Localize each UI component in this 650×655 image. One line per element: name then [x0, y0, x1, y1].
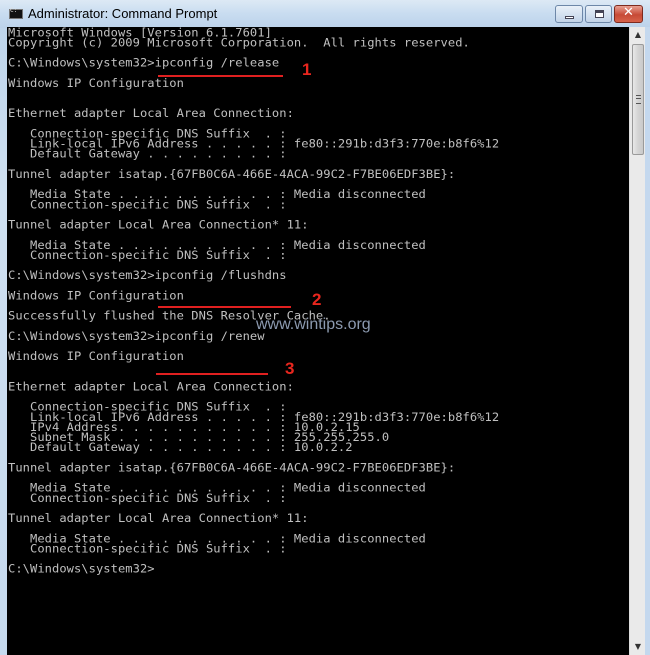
console-output[interactable]: Microsoft Windows [Version 6.1.7601] Copy…	[7, 27, 629, 655]
annotation-step-3: 3	[285, 359, 295, 378]
scroll-up-arrow-icon[interactable]: ▲	[630, 27, 646, 43]
console-line: Tunnel adapter isatap.{67FB0C6A-466E-4AC…	[8, 461, 456, 475]
annotation-step-2: 2	[312, 290, 322, 309]
annotation-underline-2	[158, 306, 291, 308]
console-line: Windows IP Configuration	[8, 289, 184, 303]
annotation-underline-3	[156, 373, 268, 375]
console-line: Ethernet adapter Local Area Connection:	[8, 107, 294, 120]
console-line: Windows IP Configuration	[8, 76, 184, 90]
console-line: Connection-specific DNS Suffix . :	[8, 491, 287, 505]
console-line: Copyright (c) 2009 Microsoft Corporation…	[8, 36, 470, 50]
scroll-down-arrow-icon[interactable]: ▼	[630, 639, 646, 655]
grip-icon	[636, 95, 641, 104]
maximize-button[interactable]	[585, 5, 612, 23]
annotation-step-1: 1	[302, 60, 312, 79]
minimize-button[interactable]	[555, 5, 583, 23]
console-line: C:\Windows\system32>ipconfig /flushdns	[8, 269, 287, 282]
watermark: www.wintips.org	[256, 316, 371, 333]
window-frame-right	[645, 27, 650, 655]
title-bar[interactable]: Administrator: Command Prompt ✕	[0, 0, 650, 28]
close-icon: ✕	[623, 5, 634, 20]
vertical-scrollbar[interactable]: ▲ ▼	[629, 27, 646, 655]
console-line: Connection-specific DNS Suffix . :	[8, 198, 287, 212]
console-line: Default Gateway . . . . . . . . . : 10.0…	[8, 441, 353, 454]
console-line: Connection-specific DNS Suffix . :	[8, 542, 287, 556]
window-title: Administrator: Command Prompt	[28, 6, 218, 21]
cmd-icon	[9, 7, 23, 19]
command-prompt-window: Administrator: Command Prompt ✕ Microsof…	[0, 0, 650, 655]
console-line: Successfully flushed the DNS Resolver Ca…	[8, 309, 331, 323]
console-line: C:\Windows\system32>	[8, 562, 155, 576]
annotation-underline-1	[158, 75, 283, 77]
console-line: Windows IP Configuration	[8, 350, 184, 363]
console-line: Tunnel adapter Local Area Connection* 11…	[8, 511, 309, 525]
console-line: Ethernet adapter Local Area Connection:	[8, 380, 294, 394]
console-line: Tunnel adapter isatap.{67FB0C6A-466E-4AC…	[8, 167, 456, 181]
console-line: C:\Windows\system32>ipconfig /release	[8, 56, 280, 70]
console-line: Tunnel adapter Local Area Connection* 11…	[8, 218, 309, 232]
console-line: Connection-specific DNS Suffix . :	[8, 248, 287, 262]
console-line: Default Gateway . . . . . . . . . :	[8, 147, 287, 161]
close-button[interactable]: ✕	[614, 5, 643, 23]
console-text: Microsoft Windows [Version 6.1.7601] Copy…	[8, 27, 499, 576]
console-line: C:\Windows\system32>ipconfig /renew	[8, 329, 265, 343]
scrollbar-thumb[interactable]	[632, 44, 644, 155]
